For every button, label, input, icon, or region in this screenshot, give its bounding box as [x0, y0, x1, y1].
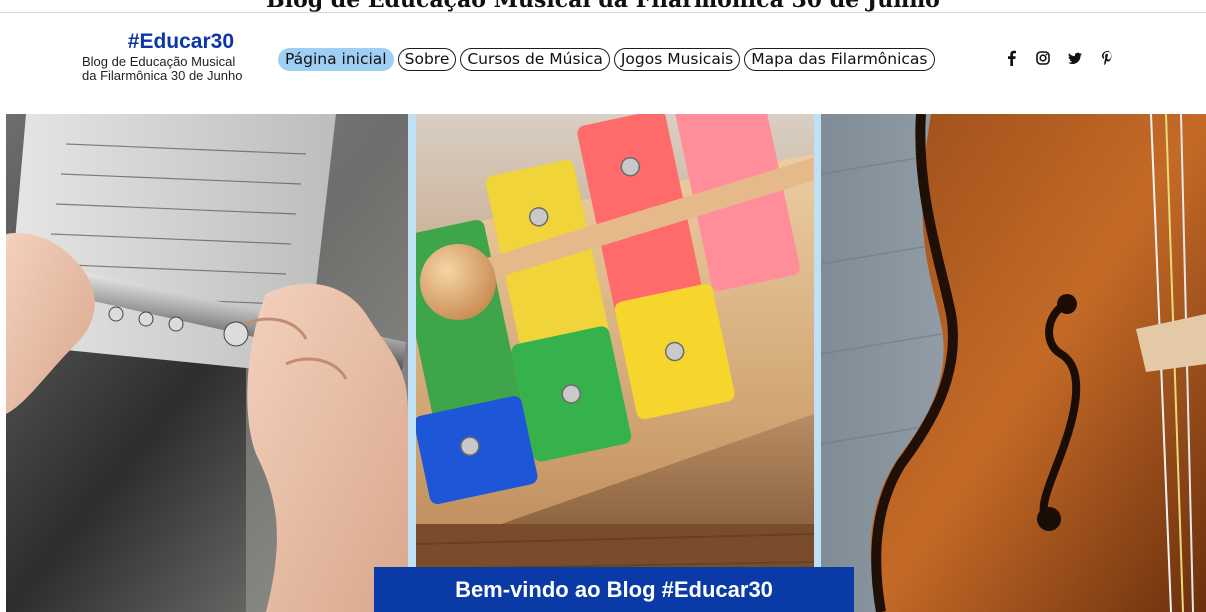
pinterest-icon[interactable]: [1100, 50, 1114, 66]
violin-photo: [821, 114, 1206, 612]
brand-subtitle-line-1: Blog de Educação Musical: [82, 54, 236, 69]
top-title-strip: Blog de Educação Musical da Filarmônica …: [0, 0, 1206, 13]
brand-subtitle: Blog de Educação Musical da Filarmônica …: [80, 55, 250, 83]
welcome-title: Bem-vindo ao Blog #Educar30: [455, 576, 773, 602]
xylophone-photo: [416, 114, 814, 612]
site-header: #Educar30 Blog de Educação Musical da Fi…: [0, 13, 1206, 113]
facebook-icon[interactable]: [1004, 50, 1018, 66]
main-nav: Página inicial Sobre Cursos de Música Jo…: [278, 48, 935, 71]
welcome-banner: Bem-vindo ao Blog #Educar30: [374, 567, 854, 612]
nav-item-cursos-de-musica[interactable]: Cursos de Música: [460, 48, 610, 71]
instagram-icon[interactable]: [1036, 50, 1050, 66]
nav-item-pagina-inicial[interactable]: Página inicial: [278, 48, 394, 71]
twitter-icon[interactable]: [1068, 50, 1082, 66]
nav-item-sobre[interactable]: Sobre: [397, 48, 457, 71]
hero-banner: [6, 114, 1206, 612]
brand-title[interactable]: #Educar30: [80, 31, 250, 53]
brand-subtitle-line-2: da Filarmônica 30 de Junho: [82, 68, 243, 83]
brand-logo[interactable]: #Educar30 Blog de Educação Musical da Fi…: [80, 31, 250, 83]
flute-photo: [6, 114, 408, 612]
site-title-clipped: Blog de Educação Musical da Filarmônica …: [266, 0, 940, 13]
nav-item-jogos-musicais[interactable]: Jogos Musicais: [613, 48, 741, 71]
social-links: [1004, 50, 1114, 66]
nav-item-mapa-das-filarmonicas[interactable]: Mapa das Filarmônicas: [744, 48, 935, 71]
